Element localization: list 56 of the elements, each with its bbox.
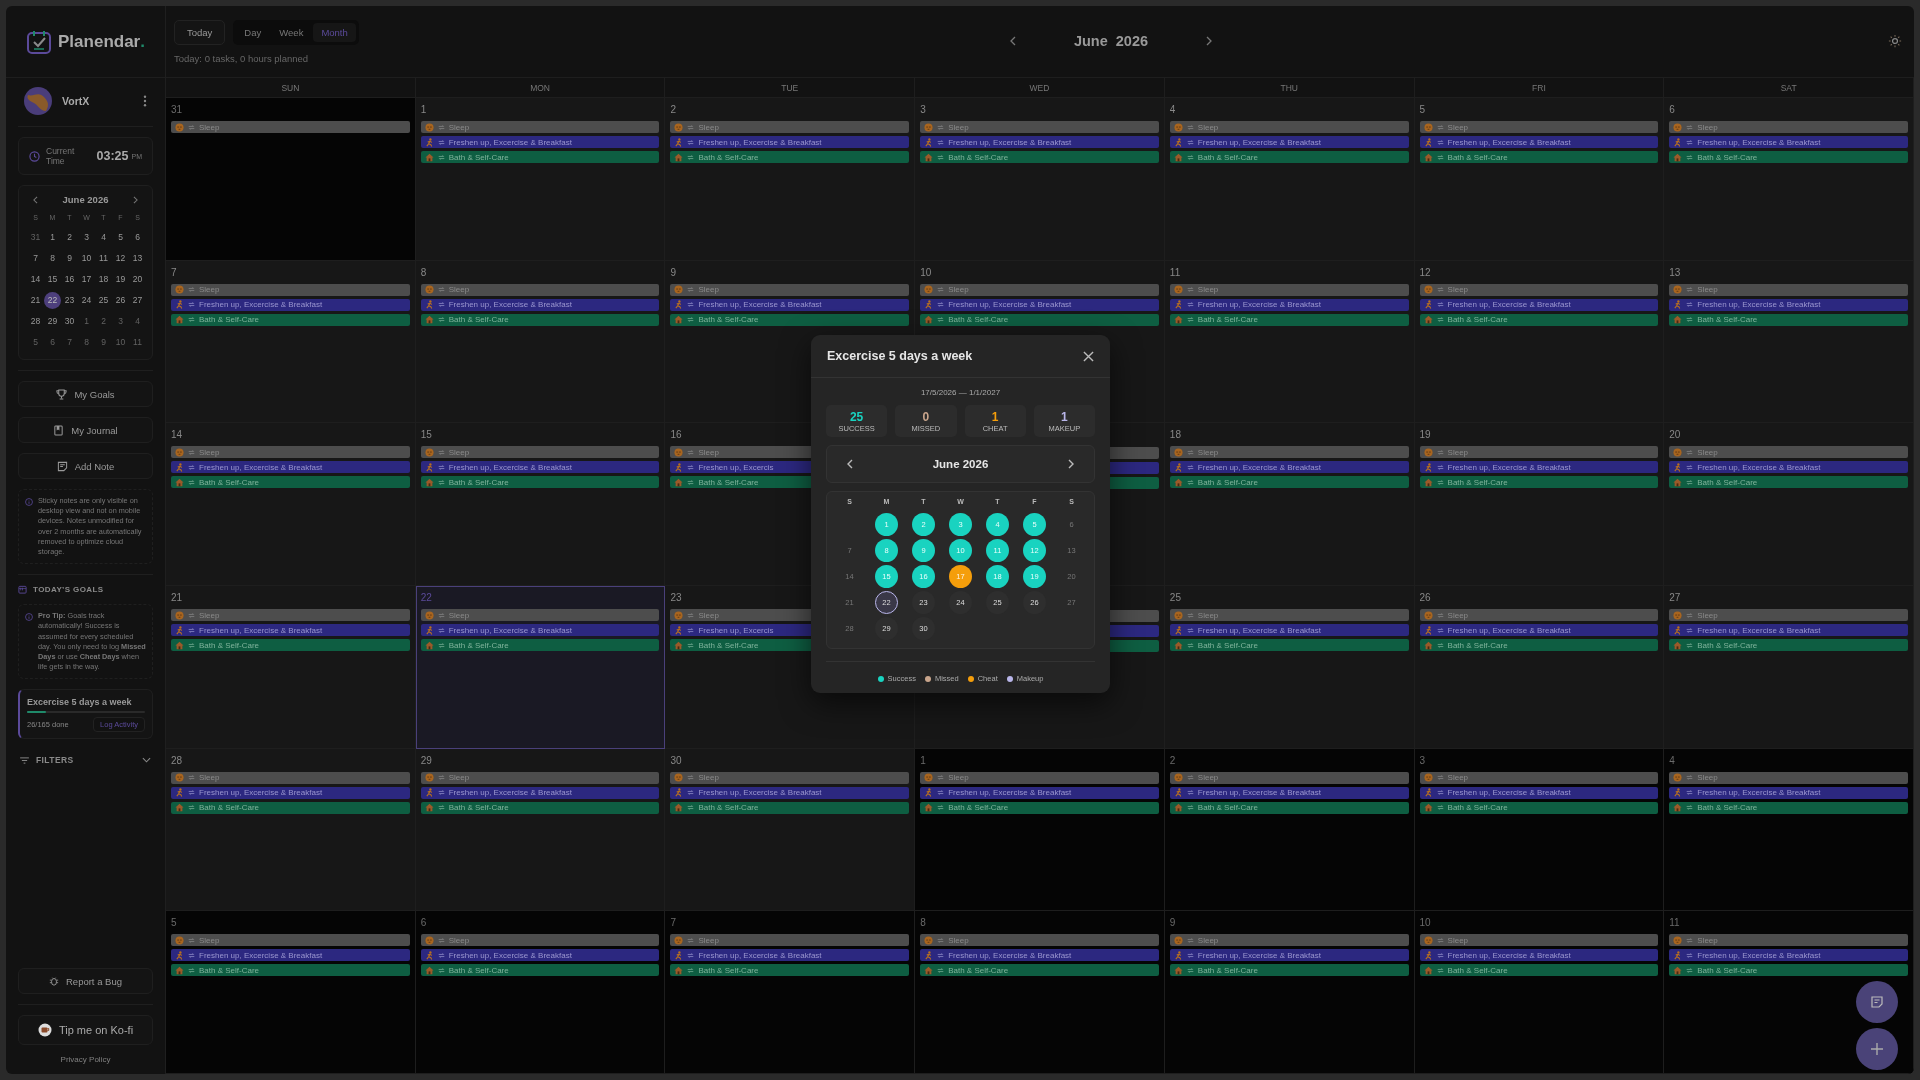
day-number: 26 bbox=[1419, 592, 1431, 603]
day-number: 29 bbox=[420, 754, 432, 766]
day-number: 4 bbox=[1169, 104, 1176, 115]
stat-value: 25 bbox=[849, 410, 864, 424]
day-number: 7 bbox=[670, 917, 676, 929]
day-number: 18 bbox=[1169, 429, 1181, 441]
day-number: 3 bbox=[1419, 754, 1426, 766]
day-number: 9 bbox=[670, 266, 676, 278]
month-title: June 2026 bbox=[62, 194, 109, 205]
day-number: 1 bbox=[920, 754, 926, 766]
day-number: 22 bbox=[420, 592, 432, 603]
clock-time: 03:25 bbox=[96, 149, 129, 163]
day-number: 11 bbox=[1669, 917, 1680, 929]
day-number: 30 bbox=[670, 754, 682, 766]
section-heading: TODAY’S GOALS bbox=[33, 585, 104, 595]
day-number: 8 bbox=[420, 266, 427, 278]
day-number: 14 bbox=[171, 429, 183, 441]
user-name: VortX bbox=[62, 95, 91, 107]
month-title: June 2026 bbox=[932, 458, 989, 470]
day-number: 16 bbox=[670, 429, 682, 441]
day-summary: Today: 0 tasks, 0 hours planned bbox=[174, 53, 310, 64]
day-number: 1 bbox=[420, 104, 427, 115]
day-number: 28 bbox=[171, 754, 183, 766]
day-number: 9 bbox=[1169, 917, 1176, 929]
clock-label: Current Time bbox=[46, 146, 76, 166]
day-number: 6 bbox=[1669, 104, 1675, 115]
day-number: 6 bbox=[420, 917, 427, 929]
day-number: 3 bbox=[920, 104, 926, 115]
app-name-dot: . bbox=[140, 31, 145, 52]
day-number: 20 bbox=[1669, 429, 1681, 441]
day-number: 5 bbox=[1419, 104, 1426, 115]
day-number: 27 bbox=[1669, 592, 1681, 603]
stat-value: 1 bbox=[1061, 410, 1068, 424]
day-number: 8 bbox=[920, 917, 926, 929]
day-number: 2 bbox=[670, 104, 676, 115]
day-number: 11 bbox=[1169, 266, 1181, 278]
day-number: 21 bbox=[171, 592, 183, 603]
day-number: 4 bbox=[1669, 754, 1675, 766]
day-number: 5 bbox=[171, 917, 177, 929]
stat-value: 1 bbox=[991, 410, 999, 424]
day-number: 7 bbox=[171, 266, 177, 278]
stat-value: 0 bbox=[922, 410, 930, 424]
month-title: June 2026 bbox=[1073, 33, 1149, 49]
app-name: Planendar bbox=[58, 31, 141, 52]
day-number: 10 bbox=[920, 266, 932, 278]
day-number: 13 bbox=[1669, 266, 1681, 278]
day-number: 23 bbox=[670, 592, 682, 603]
day-number: 31 bbox=[171, 104, 183, 115]
day-number: 15 bbox=[420, 429, 432, 441]
day-number: 19 bbox=[1419, 429, 1431, 441]
date-range: 17/5/2026 — 1/1/2027 bbox=[919, 388, 1002, 397]
day-number: 2 bbox=[1169, 754, 1176, 766]
day-number: 25 bbox=[1169, 592, 1181, 603]
day-number: 12 bbox=[1419, 266, 1431, 278]
goal-title: Excercise 5 days a week bbox=[27, 697, 133, 708]
day-number: 10 bbox=[1419, 917, 1431, 929]
